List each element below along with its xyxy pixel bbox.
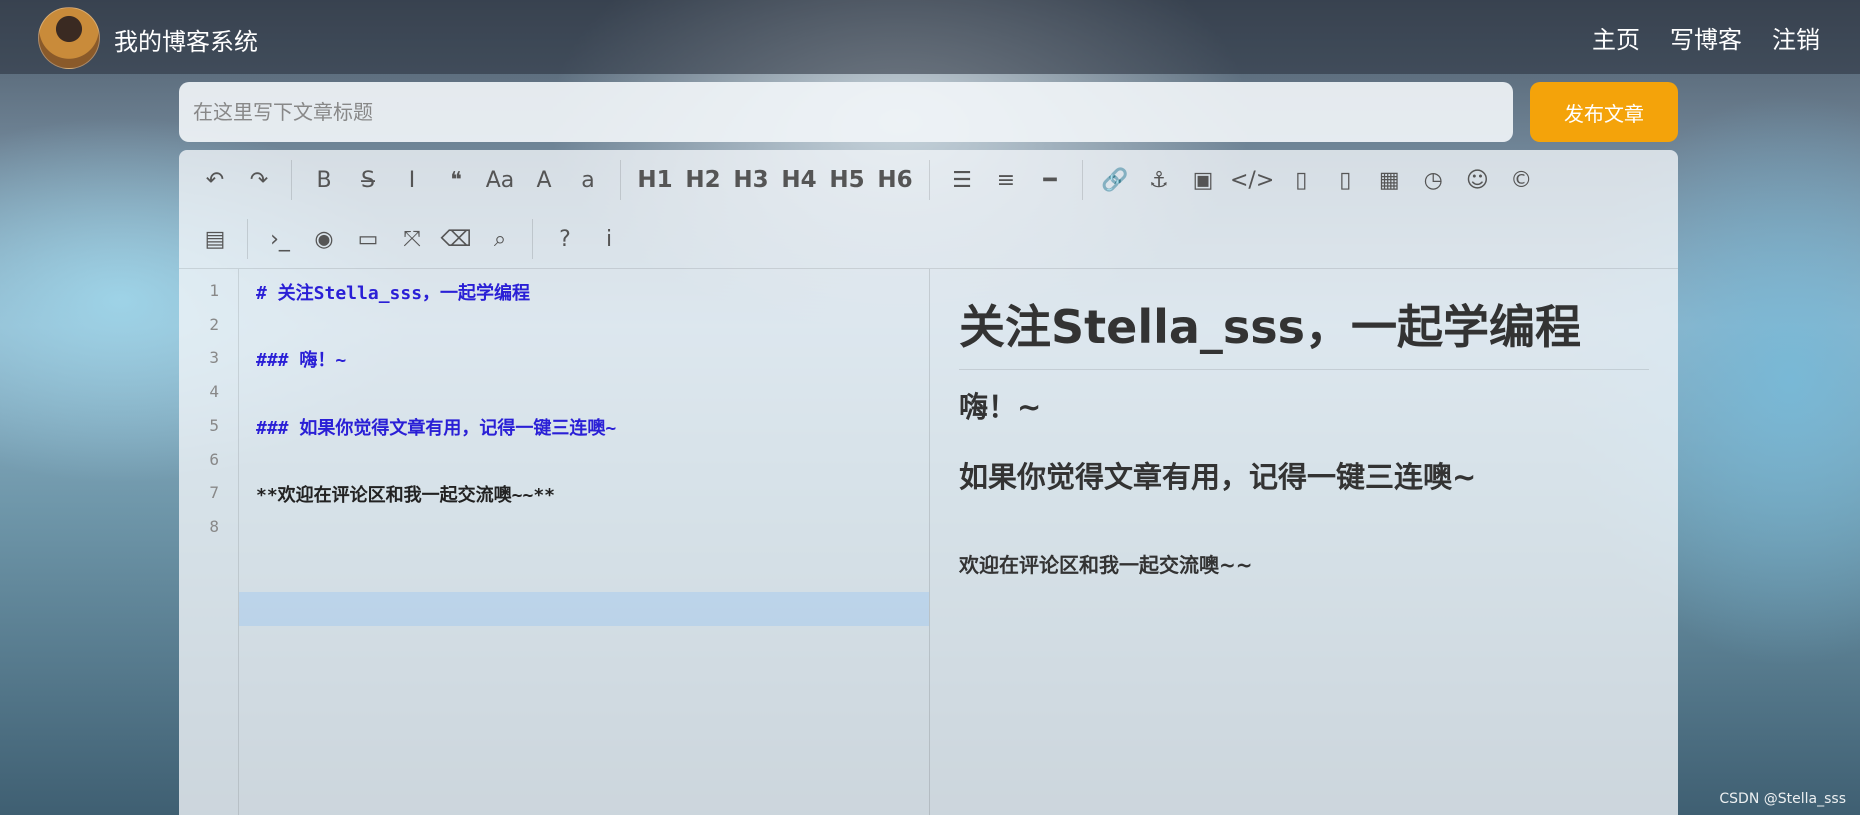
- h6-button[interactable]: H6: [874, 163, 916, 197]
- code-line[interactable]: **欢迎在评论区和我一起交流噢~~**: [256, 481, 555, 507]
- preformatted-code-icon[interactable]: ▯: [1284, 163, 1318, 197]
- search-icon[interactable]: ⌕: [483, 222, 517, 256]
- toolbar-separator: [247, 219, 248, 259]
- active-line-highlight: [239, 592, 929, 626]
- toolbar-separator: [1082, 160, 1083, 200]
- line-number: 8: [209, 516, 219, 536]
- code-block-icon[interactable]: ▯: [1328, 163, 1362, 197]
- nav-home-link[interactable]: 主页: [1592, 20, 1640, 55]
- preview-icon[interactable]: ▭: [351, 222, 385, 256]
- code-icon[interactable]: </>: [1230, 163, 1274, 197]
- info-icon[interactable]: i: [592, 222, 626, 256]
- nav-logout-link[interactable]: 注销: [1772, 20, 1820, 55]
- preview-pane: 关注Stella_sss，一起学编程 嗨！~ 如果你觉得文章有用，记得一键三连噢…: [959, 269, 1659, 815]
- html-entities-icon[interactable]: ©: [1504, 163, 1538, 197]
- code-line[interactable]: # 关注Stella_sss，一起学编程: [256, 279, 530, 305]
- table-icon[interactable]: ▦: [1372, 163, 1406, 197]
- line-gutter: 1 2 3 4 5 6 7 8: [179, 269, 239, 815]
- nav-links: 主页 写博客 注销: [1592, 20, 1820, 55]
- toolbar-separator: [620, 160, 621, 200]
- code-line[interactable]: ### 如果你觉得文章有用，记得一键三连噢~: [256, 414, 616, 440]
- toolbar-row-1: ↶ ↷ B S̶ I ❝ Aa Aa H1 H2 H3 H4 H5 H6 ☰ ≡ ━ 🔗 ⚓ ▣ </> ▯ ▯ ▦ ◷ ☺ ©: [193, 160, 1543, 200]
- lowercase-icon[interactable]: a: [571, 163, 605, 197]
- uppercase-icon[interactable]: Aa: [483, 163, 517, 197]
- ordered-list-icon[interactable]: ≡: [989, 163, 1023, 197]
- horizontal-rule-icon[interactable]: ━: [1033, 163, 1067, 197]
- line-number: 5: [209, 415, 219, 435]
- link-icon[interactable]: 🔗: [1098, 163, 1132, 197]
- h2-button[interactable]: H2: [682, 163, 724, 197]
- preview-bold-text: 欢迎在评论区和我一起交流噢~~: [959, 553, 1253, 577]
- line-number: 4: [209, 382, 219, 402]
- line-number: 7: [209, 483, 219, 503]
- site-title: 我的博客系统: [114, 28, 258, 56]
- preview-heading-1: 关注Stella_sss，一起学编程: [959, 291, 1649, 370]
- top-navbar: 我的博客系统 主页 写博客 注销: [0, 0, 1860, 74]
- editor-toolbar: ↶ ↷ B S̶ I ❝ Aa Aa H1 H2 H3 H4 H5 H6 ☰ ≡ ━ 🔗 ⚓ ▣ </> ▯ ▯ ▦ ◷ ☺ © ▤…: [179, 150, 1678, 269]
- emoji-icon[interactable]: ☺: [1460, 163, 1494, 197]
- line-number: 2: [209, 314, 219, 334]
- line-number: 3: [209, 348, 219, 368]
- toolbar-separator: [929, 160, 930, 200]
- h5-button[interactable]: H5: [826, 163, 868, 197]
- quote-icon[interactable]: ❝: [439, 163, 473, 197]
- strikethrough-icon[interactable]: S̶: [351, 163, 385, 197]
- preview-heading-3: 嗨！~: [959, 390, 1042, 424]
- code-line[interactable]: ### 嗨！~: [256, 346, 346, 372]
- markdown-editor: ↶ ↷ B S̶ I ❝ Aa Aa H1 H2 H3 H4 H5 H6 ☰ ≡ ━ 🔗 ⚓ ▣ </> ▯ ▯ ▦ ◷ ☺ © ▤…: [179, 150, 1678, 815]
- anchor-icon[interactable]: ⚓: [1142, 163, 1176, 197]
- datetime-icon[interactable]: ◷: [1416, 163, 1450, 197]
- h1-button[interactable]: H1: [634, 163, 676, 197]
- h3-button[interactable]: H3: [730, 163, 772, 197]
- fullscreen-icon[interactable]: ⤧: [395, 222, 429, 256]
- clear-icon[interactable]: ⌫: [439, 222, 473, 256]
- undo-icon[interactable]: ↶: [198, 163, 232, 197]
- toolbar-separator: [532, 219, 533, 259]
- article-title-input[interactable]: [179, 82, 1513, 142]
- line-number: 6: [209, 449, 219, 469]
- publish-button[interactable]: 发布文章: [1530, 82, 1678, 142]
- code-pane[interactable]: 1 2 3 4 5 6 7 8 # 关注Stella_sss，一起学编程 ### 嗨！~ ### …: [179, 269, 930, 815]
- redo-icon[interactable]: ↷: [242, 163, 276, 197]
- toolbar-row-2: ▤ ›_ ◉ ▭ ⤧ ⌫ ⌕? i: [193, 219, 631, 259]
- help-icon[interactable]: ?: [548, 222, 582, 256]
- unordered-list-icon[interactable]: ☰: [945, 163, 979, 197]
- image-icon[interactable]: ▣: [1186, 163, 1220, 197]
- bold-icon[interactable]: B: [307, 163, 341, 197]
- pagebreak-icon[interactable]: ▤: [198, 222, 232, 256]
- italic-icon[interactable]: I: [395, 163, 429, 197]
- goto-line-icon[interactable]: ›_: [263, 222, 297, 256]
- watermark: CSDN @Stella_sss: [1719, 791, 1846, 807]
- toolbar-separator: [291, 160, 292, 200]
- nav-write-link[interactable]: 写博客: [1670, 20, 1742, 55]
- avatar: [38, 7, 100, 69]
- preview-heading-3: 如果你觉得文章有用，记得一键三连噢~: [959, 460, 1477, 494]
- line-number: 1: [209, 281, 219, 300]
- h4-button[interactable]: H4: [778, 163, 820, 197]
- capitalize-icon[interactable]: A: [527, 163, 561, 197]
- watch-toggle-icon[interactable]: ◉: [307, 222, 341, 256]
